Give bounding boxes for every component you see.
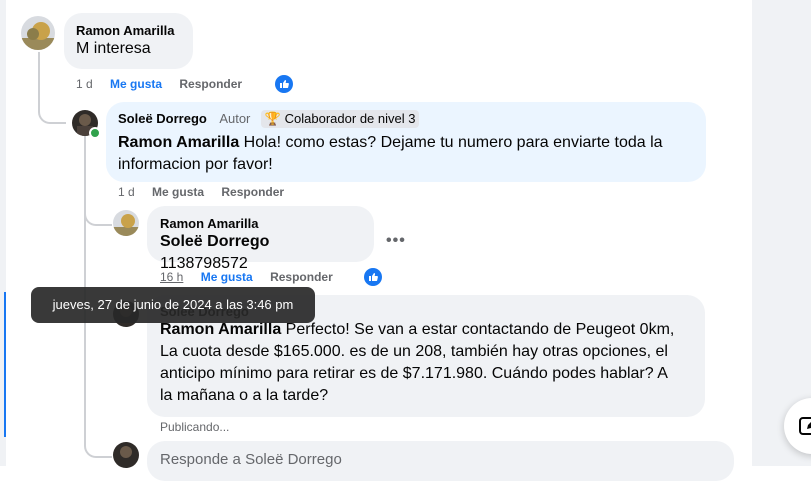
comment-text-line: anticipo mínimo para retirar es de $7.17…	[160, 365, 668, 382]
avatar[interactable]	[21, 16, 55, 50]
contributor-badge[interactable]: 🏆 Colaborador de nivel 3	[260, 110, 420, 128]
comment-actions: 1 d Me gusta Responder	[76, 77, 256, 91]
avatar[interactable]	[113, 210, 139, 236]
comment-timestamp[interactable]: 1 d	[118, 185, 135, 199]
like-button[interactable]: Me gusta	[110, 77, 162, 91]
more-options-icon[interactable]: •••	[386, 232, 406, 250]
compose-icon	[799, 417, 811, 435]
reply-input[interactable]: Responde a Soleë Dorrego	[147, 441, 734, 481]
reply-input-placeholder: Responde a Soleë Dorrego	[160, 451, 342, 468]
like-button[interactable]: Me gusta	[152, 185, 204, 199]
author-badge: Autor	[219, 111, 251, 126]
reply-button[interactable]: Responder	[221, 185, 284, 199]
timestamp-tooltip: jueves, 27 de junio de 2024 a las 3:46 p…	[31, 287, 315, 323]
comment-author[interactable]: Soleë Dorrego	[118, 111, 207, 126]
mention-link[interactable]: Soleë Dorrego	[160, 233, 269, 250]
comment-text: Soleë Dorrego 1138798572	[160, 231, 361, 275]
comment-text: Ramon Amarilla Perfecto! Se van a estar …	[160, 319, 692, 407]
comment-actions: 1 d Me gusta Responder	[118, 185, 298, 199]
contributor-badge-label: Colaborador de nivel 3	[284, 111, 416, 126]
comment-text-line: la mañana o a la tarde?	[160, 387, 329, 404]
thread-line	[84, 420, 112, 458]
comment-text: Ramon Amarilla Hola! como estas? Dejame …	[118, 132, 694, 176]
reply-button[interactable]: Responder	[179, 77, 242, 91]
comment-timestamp[interactable]: 1 d	[76, 77, 93, 91]
mention-link[interactable]: Ramon Amarilla	[160, 321, 281, 338]
thread-line	[84, 200, 112, 226]
comment-bubble: Ramon Amarilla Soleë Dorrego 1138798572	[147, 206, 374, 272]
comment-text: M interesa	[76, 40, 151, 57]
like-reaction-icon[interactable]	[275, 75, 293, 93]
thread-line	[38, 52, 66, 124]
reply-button[interactable]: Responder	[270, 270, 333, 284]
comment-timestamp[interactable]: 16 h	[160, 270, 183, 284]
comment-text-line: Hola! como estas? Dejame tu numero para …	[239, 134, 663, 151]
right-panel-background	[752, 0, 811, 466]
comment-bubble: Soleë Dorrego Autor 🏆 Colaborador de niv…	[106, 102, 706, 182]
focus-indicator	[4, 292, 6, 437]
avatar[interactable]	[113, 442, 139, 468]
comment-author[interactable]: Ramon Amarilla	[76, 23, 181, 38]
comment-author[interactable]: Ramon Amarilla	[160, 216, 361, 231]
like-button[interactable]: Me gusta	[201, 270, 253, 284]
trophy-icon: 🏆	[264, 111, 282, 126]
mention-link[interactable]: Ramon Amarilla	[118, 134, 239, 151]
comment-bubble: Ramon Amarilla M interesa	[64, 13, 193, 69]
comment-text-line: La cuota desde $165.000. es de un 208, t…	[160, 343, 668, 360]
comment-text-line: Perfecto! Se van a estar contactando de …	[281, 321, 675, 338]
comment-text-line: informacion por favor!	[118, 156, 273, 173]
online-status-dot	[89, 127, 101, 139]
comment-actions: 16 h Me gusta Responder	[160, 270, 347, 284]
thread-line	[84, 136, 86, 436]
publishing-status: Publicando...	[160, 420, 230, 434]
like-reaction-icon[interactable]	[364, 268, 382, 286]
